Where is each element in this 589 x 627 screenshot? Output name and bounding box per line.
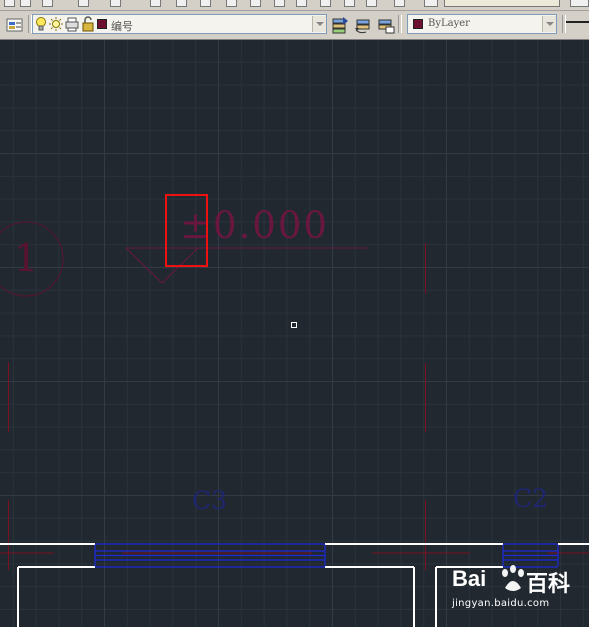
freeze-sun-icon[interactable] [49,16,63,32]
axis-lines [0,243,589,570]
markup-icon[interactable] [344,0,355,7]
color-control-dropdown[interactable]: ByLayer [407,14,557,34]
window-label-c3[interactable]: C3 [192,486,227,515]
layer-manager-icon[interactable] [6,17,24,33]
redo-icon[interactable] [110,0,121,7]
layer-dropdown[interactable]: 编号 [32,14,327,34]
color-swatch [413,19,423,29]
grid [0,40,589,627]
undo-icon[interactable] [78,0,89,7]
color-label: ByLayer [428,18,470,29]
major-grid [0,40,589,627]
pickbox-cursor [291,322,297,328]
lightbulb-icon[interactable] [35,16,47,32]
calculator-icon[interactable] [366,0,377,7]
make-current-icon[interactable] [331,16,349,34]
highlight-box [165,194,208,267]
zoom-icon[interactable] [176,0,187,7]
zoom-window-icon[interactable] [200,0,211,7]
layer-previous-icon[interactable] [354,16,372,34]
help-icon[interactable] [394,0,405,7]
unlock-icon[interactable] [81,16,95,32]
match-properties-icon[interactable] [20,0,31,7]
tool-icon[interactable] [42,0,53,7]
elevation-symbol [125,247,368,284]
chevron-down-icon[interactable] [312,16,326,32]
watermark-url: jingyan.baidu.com [452,598,550,609]
plot-icon[interactable] [65,16,79,32]
style-dropdown[interactable] [444,0,560,7]
design-center-icon[interactable] [274,0,285,7]
drawing-canvas[interactable] [0,40,589,627]
zoom-previous-icon[interactable] [226,0,237,7]
brush-icon[interactable] [424,0,438,7]
layer-name: 编号 [111,20,133,33]
layer-state-icon[interactable] [377,16,395,34]
chevron-down-icon[interactable] [542,16,556,32]
layers-toolbar: 编号 ByLayer [0,11,589,40]
watermark-brand-left: Bai [452,566,487,591]
tool-icon[interactable] [4,0,15,7]
tool-palette-icon[interactable] [296,0,307,7]
standard-toolbar [0,0,589,11]
watermark-brand-right: 百科 [526,571,571,596]
layer-color-swatch [97,19,107,29]
sheet-set-icon[interactable] [320,0,331,7]
axis-number[interactable]: 1 [14,236,38,280]
properties-icon[interactable] [250,0,261,7]
linetype-preview[interactable] [566,21,589,23]
window-label-c2[interactable]: C2 [513,484,548,513]
pan-icon[interactable] [150,0,161,7]
lineweight-icon[interactable] [570,0,589,7]
